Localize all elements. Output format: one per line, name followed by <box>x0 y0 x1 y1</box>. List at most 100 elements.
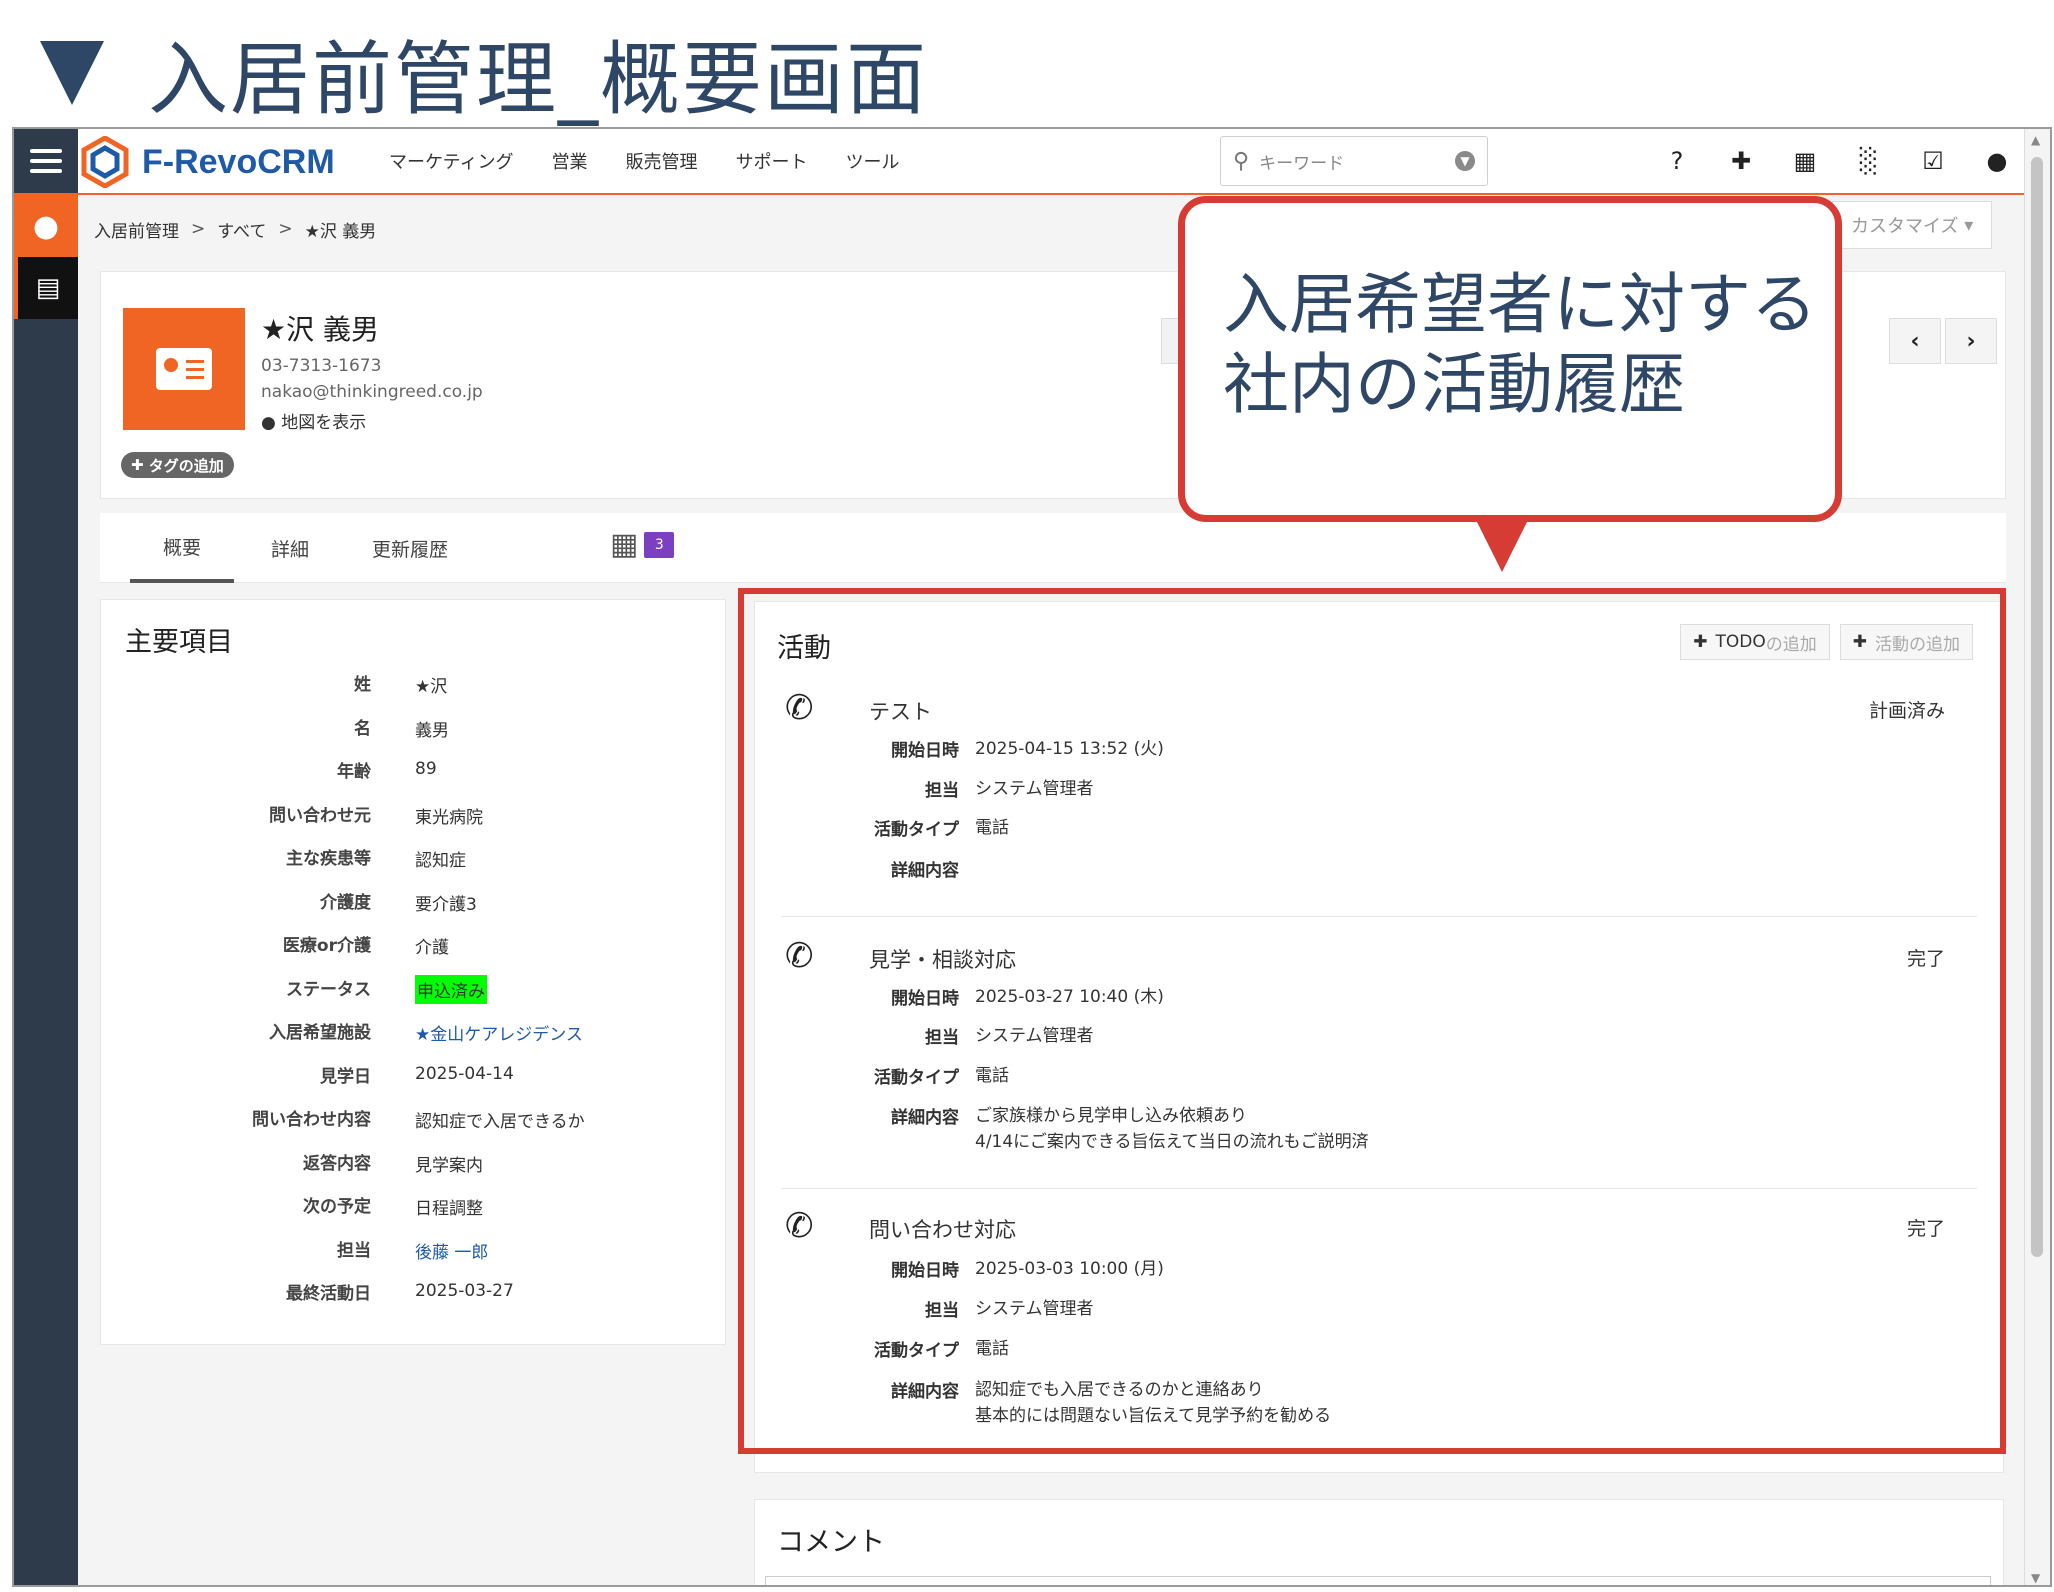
tab-updates[interactable]: 更新履歴 <box>350 513 470 583</box>
breadcrumb-module[interactable]: 入居前管理 <box>94 217 179 242</box>
field-row: 最終活動日 2025-03-27 <box>101 1269 727 1313</box>
key-fields-panel: 主要項目 姓 ★沢 名 義男 年齢 89 問い合わせ元 東光病院 主な疾患等 認知症 介護… <box>100 599 726 1345</box>
tab-activities[interactable]: ▦ 3 <box>610 527 675 562</box>
field-label: 年齢 <box>337 762 371 782</box>
field-label: 介護度 <box>320 892 371 913</box>
hexagon-logo-icon <box>81 136 129 188</box>
field-row: 問い合わせ元 東光病院 <box>101 791 727 835</box>
field-row: 医療or介護 介護 <box>101 921 727 965</box>
field-label: 名 <box>354 718 371 739</box>
users-group-icon[interactable]: ● <box>14 195 78 257</box>
panel-title: コメント <box>777 1527 885 1558</box>
callout-pointer <box>1476 520 1528 572</box>
field-row: 見学日 2025-04-14 <box>101 1052 727 1096</box>
field-row: 主な疾患等 認知症 <box>101 834 727 878</box>
field-value: 日程調整 <box>415 1199 483 1219</box>
scroll-thumb[interactable] <box>2031 157 2043 1257</box>
field-label: 返答内容 <box>303 1153 371 1174</box>
field-label: 担当 <box>337 1240 371 1261</box>
field-value: 認知症で入居できるか <box>415 1112 585 1132</box>
field-row: 名 義男 <box>101 704 727 748</box>
field-row: 問い合わせ内容 認知症で入居できるか <box>101 1095 727 1139</box>
chevron-down-icon[interactable]: ▼ <box>1455 151 1475 171</box>
field-value: 2025-03-27 <box>415 1281 514 1301</box>
facility-link[interactable]: ★金山ケアレジデンス <box>415 1020 583 1045</box>
field-label: ステータス <box>286 979 371 1000</box>
search-input[interactable]: キーワード <box>1259 149 1455 174</box>
user-icon[interactable]: ● <box>1984 147 2010 175</box>
chevron-right-icon: > <box>278 219 293 239</box>
field-value: 介護 <box>415 938 449 958</box>
tab-details[interactable]: 詳細 <box>240 513 340 583</box>
key-fields-list: 姓 ★沢 名 義男 年齢 89 問い合わせ元 東光病院 主な疾患等 認知症 介護度 要介護3… <box>101 660 727 1313</box>
scroll-up-icon[interactable]: ▲ <box>2031 133 2040 147</box>
menu-icon[interactable] <box>14 129 78 193</box>
global-search[interactable]: ⚲ キーワード ▼ <box>1220 136 1488 186</box>
triangle-marker-icon <box>40 41 104 105</box>
panel-title: 主要項目 <box>125 627 233 658</box>
page-scrollbar[interactable]: ▲ ▼ <box>2024 129 2050 1585</box>
show-map-link[interactable]: ● 地図を表示 <box>261 408 366 433</box>
breadcrumb-list[interactable]: すべて <box>217 217 266 242</box>
breadcrumb: 入居前管理 > すべて > ★沢 義男 <box>94 209 376 249</box>
plus-icon: ✚ <box>131 456 149 474</box>
show-map-label: 地図を表示 <box>281 413 367 433</box>
highlight-frame <box>738 588 2006 1454</box>
top-navbar: F-RevoCRM マーケティング 営業 販売管理 サポート ツール ⚲ キーワ… <box>14 129 2024 195</box>
field-value: 見学案内 <box>415 1155 483 1176</box>
brand-logo[interactable]: F-RevoCRM <box>80 133 335 191</box>
comment-input[interactable] <box>765 1576 1991 1585</box>
help-icon[interactable]: ? <box>1664 147 1690 175</box>
field-value: 認知症 <box>415 851 466 871</box>
field-value: 2025-04-14 <box>415 1063 514 1084</box>
record-phone: 03-7313-1673 <box>261 356 382 376</box>
chevron-left-icon[interactable]: ‹ <box>1889 318 1941 364</box>
slide-heading: 入居前管理_概要画面 <box>40 18 928 128</box>
field-label: 最終活動日 <box>286 1284 371 1304</box>
field-row: 介護度 要介護3 <box>101 878 727 922</box>
record-pager: ‹ › <box>1889 318 1997 364</box>
record-name: ★沢 義男 <box>261 313 380 346</box>
field-value: 要介護3 <box>415 894 477 915</box>
chevron-right-icon: > <box>191 219 206 239</box>
owner-link[interactable]: 後藤 一郎 <box>415 1238 488 1263</box>
quick-create-icon[interactable]: ✚ <box>1728 147 1754 175</box>
callout-bubble: 入居希望者に対する 社内の活動履歴 <box>1178 196 1842 522</box>
breadcrumb-record: ★沢 義男 <box>304 221 377 242</box>
scroll-down-icon[interactable]: ▼ <box>2031 1571 2040 1585</box>
customize-label: カスタマイズ <box>1851 216 1959 237</box>
reports-icon[interactable]: ░ <box>1856 147 1882 175</box>
comments-panel: コメント <box>754 1499 2004 1585</box>
field-label: 問い合わせ元 <box>269 805 371 826</box>
activity-count-badge: 3 <box>644 531 675 558</box>
field-label: 入居希望施設 <box>269 1023 371 1043</box>
status-badge: 申込済み <box>415 974 487 1004</box>
tasks-icon[interactable]: ☑ <box>1920 147 1946 175</box>
field-value: 東光病院 <box>415 807 483 828</box>
map-pin-icon: ● <box>261 413 276 433</box>
field-value: ★沢 <box>415 677 448 697</box>
calendar-icon[interactable]: ▦ <box>1792 147 1818 175</box>
field-row: ステータス 申込済み <box>101 965 727 1009</box>
add-tag-label: タグの追加 <box>148 456 224 475</box>
field-label: 主な疾患等 <box>286 849 371 869</box>
field-value: 89 <box>415 759 437 779</box>
nav-inventory[interactable]: 販売管理 <box>626 148 698 174</box>
contact-card-icon[interactable]: ▤ <box>14 257 78 319</box>
nav-sales[interactable]: 営業 <box>552 148 588 174</box>
brand-name: F-RevoCRM <box>142 142 335 181</box>
field-row: 担当 後藤 一郎 <box>101 1226 727 1270</box>
tab-summary[interactable]: 概要 <box>130 513 234 583</box>
record-email[interactable]: nakao@thinkingreed.co.jp <box>261 382 483 402</box>
customize-button[interactable]: カスタマイズ ▾ <box>1832 201 1993 249</box>
nav-tools[interactable]: ツール <box>846 148 900 174</box>
field-row: 姓 ★沢 <box>101 660 727 704</box>
nav-marketing[interactable]: マーケティング <box>389 148 514 174</box>
nav-support[interactable]: サポート <box>736 148 808 174</box>
field-row: 入居希望施設 ★金山ケアレジデンス <box>101 1008 727 1052</box>
add-tag-button[interactable]: ✚ タグの追加 <box>121 452 234 478</box>
chevron-right-icon[interactable]: › <box>1945 318 1997 364</box>
field-label: 姓 <box>354 675 371 695</box>
field-row: 返答内容 見学案内 <box>101 1139 727 1183</box>
contact-card-icon <box>123 308 245 430</box>
